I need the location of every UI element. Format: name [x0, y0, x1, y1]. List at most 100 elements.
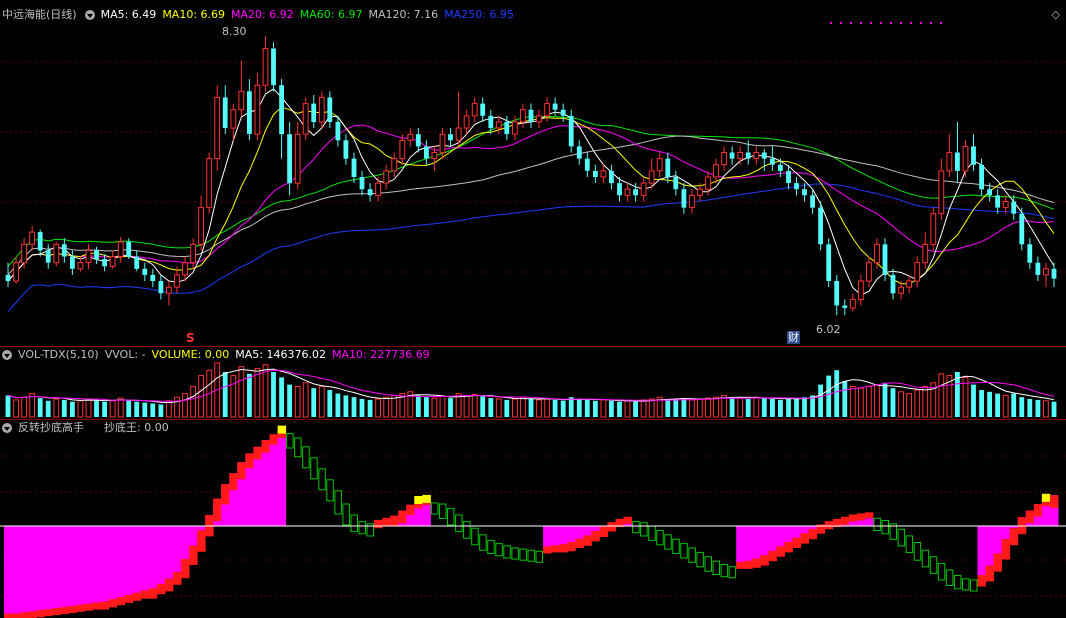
candle-body — [279, 85, 284, 135]
indicator-fill-bar — [261, 440, 270, 526]
candle-body — [995, 195, 1000, 208]
volume-bar — [802, 397, 807, 417]
ma20-line — [7, 124, 1055, 282]
indicator-rise-step — [824, 521, 834, 530]
indicator-rise-step — [374, 520, 383, 529]
indicator-rise-step — [559, 544, 568, 553]
indicator-rise-step — [1025, 510, 1035, 524]
volume-bar — [834, 370, 840, 417]
indicator-rise-step — [197, 530, 206, 552]
indicator-fall-step — [680, 543, 688, 559]
indicator-panel[interactable]: 反转抄底高手 抄底王: 0.00 — [0, 420, 1066, 618]
candle-body — [351, 158, 357, 177]
volume-bar — [238, 366, 245, 418]
indicator-fall-step — [519, 548, 527, 561]
volume-bar — [504, 399, 510, 417]
indicator-rise-step — [12, 613, 21, 618]
indicator-peak-mark — [422, 494, 431, 503]
indicator-rise-step — [567, 542, 576, 552]
volume-bar — [729, 397, 735, 417]
volume-bar — [13, 399, 19, 418]
indicator-rise-step — [406, 504, 415, 515]
indicator-fall-step — [640, 522, 648, 537]
candle-body — [294, 133, 301, 184]
indicator-fill-bar — [760, 526, 769, 557]
volume-bar — [576, 399, 582, 417]
candle-body — [729, 152, 735, 159]
candle-body — [134, 256, 140, 269]
candle-body — [367, 189, 373, 196]
indicator-rise-step — [173, 572, 182, 585]
indicator-fall-step — [648, 525, 656, 541]
volume-panel[interactable]: VOL-TDX(5,10) VVOL: - VOLUME: 0.00 MA5: … — [0, 347, 1066, 419]
volume-bar — [914, 389, 921, 418]
volume-bar — [673, 399, 679, 417]
candle-body — [673, 177, 679, 190]
candle-body — [158, 281, 164, 294]
volume-bar — [102, 401, 107, 417]
buy-signal-mark: S — [186, 331, 195, 345]
volume-bar — [536, 399, 542, 418]
candle-body — [665, 158, 671, 177]
indicator-fill-bar — [36, 526, 45, 616]
candle-body — [898, 286, 905, 294]
indicator-fill-bar — [422, 502, 431, 526]
indicator-rise-step — [977, 575, 986, 587]
indicator-fill-bar — [768, 526, 777, 553]
indicator-fall-step — [294, 437, 302, 458]
candle-body — [624, 188, 631, 196]
indicator-rise-step — [856, 513, 866, 521]
finance-event-mark[interactable]: 财 — [787, 331, 800, 344]
event-marker — [850, 22, 852, 24]
indicator-fill-bar — [985, 526, 995, 566]
candle-body — [1043, 268, 1049, 276]
indicator-rise-step — [28, 611, 37, 618]
volume-bar — [1027, 399, 1033, 417]
volume-bar — [786, 399, 791, 417]
candle-body — [343, 140, 349, 159]
indicator-fall-step — [535, 550, 543, 563]
volume-bar — [351, 397, 357, 417]
indicator-fall-step — [962, 578, 970, 591]
candle-body — [786, 170, 791, 184]
indicator-fill-bar — [277, 433, 287, 526]
volume-bar — [271, 372, 276, 417]
indicator-fall-step — [945, 569, 954, 586]
indicator-fill-bar — [752, 526, 761, 562]
candle-body — [849, 298, 856, 309]
volume-bar — [335, 393, 341, 417]
indicator-rise-step — [245, 453, 254, 469]
volume-bar — [1043, 400, 1049, 418]
candle-body — [794, 183, 799, 190]
indicator-fill-bar — [132, 526, 142, 597]
indicator-fill-bar — [977, 526, 986, 576]
event-marker — [920, 22, 922, 24]
volume-bar — [359, 399, 365, 417]
indicator-fall-step — [342, 503, 350, 526]
indicator-fill-bar — [52, 526, 61, 613]
volume-chart — [5, 362, 1057, 418]
candle-body — [109, 256, 116, 267]
volume-bar — [287, 384, 292, 417]
price-panel[interactable]: 中远海能(日线) MA5: 6.49 MA10: 6.69 MA20: 6.92… — [0, 0, 1066, 345]
indicator-rise-step — [60, 606, 69, 614]
volume-bar — [21, 396, 28, 418]
candle-body — [126, 241, 132, 257]
candle-body — [222, 97, 228, 128]
candle-body — [327, 97, 333, 122]
event-marker — [860, 22, 862, 24]
volume-bar — [117, 397, 124, 418]
candle-body — [271, 48, 276, 86]
candle-body — [544, 103, 551, 117]
volume-bar — [327, 390, 333, 417]
indicator-fill-bar — [92, 526, 101, 608]
candle-body — [874, 243, 880, 264]
volume-bar — [294, 385, 301, 418]
candle-body — [1002, 201, 1009, 209]
indicator-fill-bar — [784, 526, 793, 544]
volume-bar — [849, 385, 856, 418]
indicator-fall-step — [495, 543, 503, 557]
indicator-rise-step — [591, 531, 600, 542]
candle-body — [890, 274, 896, 294]
volume-bar — [987, 391, 992, 417]
